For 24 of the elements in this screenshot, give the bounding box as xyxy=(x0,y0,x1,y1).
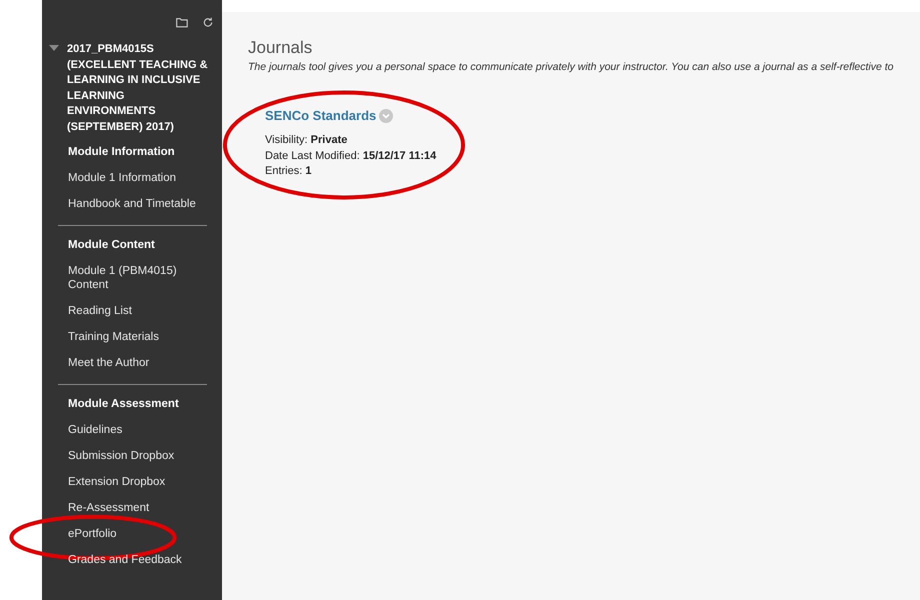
collapse-triangle-icon[interactable] xyxy=(49,45,59,51)
journal-link[interactable]: SENCo Standards xyxy=(265,108,376,123)
sidebar-link[interactable]: Extension Dropbox xyxy=(42,469,222,495)
refresh-icon[interactable] xyxy=(202,17,214,28)
sidebar-link[interactable]: Submission Dropbox xyxy=(42,443,222,469)
sidebar-link[interactable]: Re-Assessment xyxy=(42,495,222,521)
sidebar-link[interactable]: Module 1 (PBM4015) Content xyxy=(42,258,222,298)
sidebar-link[interactable]: ePortfolio xyxy=(42,521,222,547)
page-title: Journals xyxy=(248,38,314,58)
sidebar-link[interactable]: Reading List xyxy=(42,298,222,324)
section-heading: Module Information xyxy=(67,145,176,160)
journal-detail: Date Last Modified: 15/12/17 11:14 xyxy=(265,148,436,164)
journal-detail: Entries: 1 xyxy=(265,164,312,179)
sidebar-link[interactable]: Handbook and Timetable xyxy=(42,191,222,217)
section-heading: Module Assessment xyxy=(67,397,180,412)
journal-detail: Visibility: Private xyxy=(265,133,348,148)
sidebar-link[interactable]: Training Materials xyxy=(42,324,222,350)
sidebar-link[interactable]: Module 1 Information xyxy=(42,165,222,191)
page-description: The journals tool gives you a personal space to communicate privately with your instructor. You can also use a journal as a self-reflective to xyxy=(248,60,894,74)
section-heading: Module Content xyxy=(67,238,156,253)
sidebar-link[interactable]: Guidelines xyxy=(42,417,222,443)
course-title[interactable]: 2017_PBM4015S (EXCELLENT TEACHING & LEARNING IN INCLUSIVE LEARNING ENVIRONMENTS (SEPTEMBER) 2017) xyxy=(67,42,212,135)
folder-icon[interactable] xyxy=(176,17,188,28)
sidebar-link[interactable]: Meet the Author xyxy=(42,350,222,376)
